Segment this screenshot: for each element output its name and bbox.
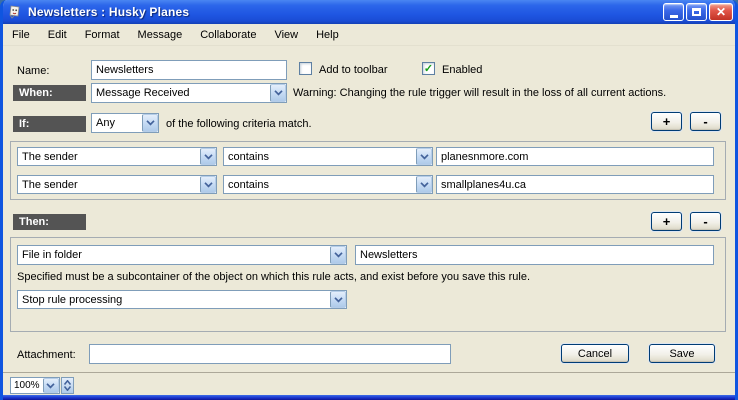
attachment-input[interactable] bbox=[89, 344, 451, 364]
chevron-down-icon bbox=[416, 148, 432, 165]
criteria-operator-select[interactable]: contains bbox=[223, 175, 433, 194]
criteria-operator-select[interactable]: contains bbox=[223, 147, 433, 166]
window-bottom-border bbox=[0, 395, 738, 400]
window-title: Newsletters : Husky Planes bbox=[28, 5, 189, 19]
zoom-spinner[interactable] bbox=[61, 377, 74, 394]
chevron-down-icon[interactable] bbox=[43, 378, 59, 393]
action-select[interactable]: File in folder bbox=[17, 245, 347, 265]
criteria-value-input[interactable] bbox=[436, 147, 714, 166]
chevron-down-icon bbox=[270, 84, 286, 102]
close-button[interactable]: ✕ bbox=[709, 3, 733, 21]
cancel-button[interactable]: Cancel bbox=[561, 344, 629, 363]
menu-item-view[interactable]: View bbox=[265, 26, 307, 44]
remove-action-button[interactable]: - bbox=[690, 212, 721, 231]
menu-item-help[interactable]: Help bbox=[307, 26, 348, 44]
criteria-value-input[interactable] bbox=[436, 175, 714, 194]
enabled-label: Enabled bbox=[442, 64, 482, 76]
window-icon bbox=[7, 4, 23, 20]
rule-editor-window: Newsletters : Husky Planes ✕ File Edit F… bbox=[0, 0, 738, 400]
menubar: File Edit Format Message Collaborate Vie… bbox=[3, 24, 735, 46]
add-to-toolbar-checkbox[interactable] bbox=[299, 62, 312, 75]
then-section-label: Then: bbox=[13, 214, 86, 230]
chevron-down-icon bbox=[142, 114, 158, 132]
maximize-icon bbox=[692, 8, 701, 16]
spinner-up-icon bbox=[64, 380, 71, 385]
enabled-checkbox[interactable]: ✓ bbox=[422, 62, 435, 75]
if-section-label: If: bbox=[13, 116, 86, 132]
menu-item-edit[interactable]: Edit bbox=[39, 26, 76, 44]
add-action-button[interactable]: + bbox=[651, 212, 682, 231]
when-section-label: When: bbox=[13, 85, 86, 101]
close-icon: ✕ bbox=[716, 5, 726, 19]
minimize-button[interactable] bbox=[663, 3, 684, 21]
maximize-button[interactable] bbox=[686, 3, 707, 21]
spinner-down-icon bbox=[64, 386, 71, 391]
zoom-level-combo[interactable]: 100% bbox=[10, 377, 60, 394]
subcontainer-note: Specified must be a subcontainer of the … bbox=[17, 271, 530, 283]
menu-item-message[interactable]: Message bbox=[129, 26, 192, 44]
criteria-field-select[interactable]: The sender bbox=[17, 147, 217, 166]
menu-item-collaborate[interactable]: Collaborate bbox=[191, 26, 265, 44]
if-suffix-text: of the following criteria match. bbox=[166, 118, 312, 130]
attachment-label: Attachment: bbox=[17, 349, 76, 361]
when-trigger-select[interactable]: Message Received bbox=[91, 83, 287, 103]
add-criteria-button[interactable]: + bbox=[651, 112, 682, 131]
check-icon: ✓ bbox=[424, 64, 433, 74]
criteria-field-select[interactable]: The sender bbox=[17, 175, 217, 194]
name-label: Name: bbox=[17, 65, 49, 77]
zoom-level-value: 100% bbox=[11, 380, 43, 391]
chevron-down-icon bbox=[200, 148, 216, 165]
secondary-action-select[interactable]: Stop rule processing bbox=[17, 290, 347, 309]
name-input[interactable] bbox=[91, 60, 287, 80]
chevron-down-icon bbox=[416, 176, 432, 193]
menu-item-format[interactable]: Format bbox=[76, 26, 129, 44]
minimize-icon bbox=[670, 15, 678, 18]
add-to-toolbar-label: Add to toolbar bbox=[319, 64, 388, 76]
chevron-down-icon bbox=[200, 176, 216, 193]
status-bar: 100% bbox=[3, 372, 735, 395]
titlebar: Newsletters : Husky Planes ✕ bbox=[0, 0, 738, 24]
when-warning-text: Warning: Changing the rule trigger will … bbox=[293, 87, 666, 99]
menu-item-file[interactable]: File bbox=[3, 26, 39, 44]
save-button[interactable]: Save bbox=[649, 344, 715, 363]
if-match-select[interactable]: Any bbox=[91, 113, 159, 133]
remove-criteria-button[interactable]: - bbox=[690, 112, 721, 131]
chevron-down-icon bbox=[330, 291, 346, 308]
chevron-down-icon bbox=[330, 246, 346, 264]
folder-name-input[interactable] bbox=[355, 245, 714, 265]
